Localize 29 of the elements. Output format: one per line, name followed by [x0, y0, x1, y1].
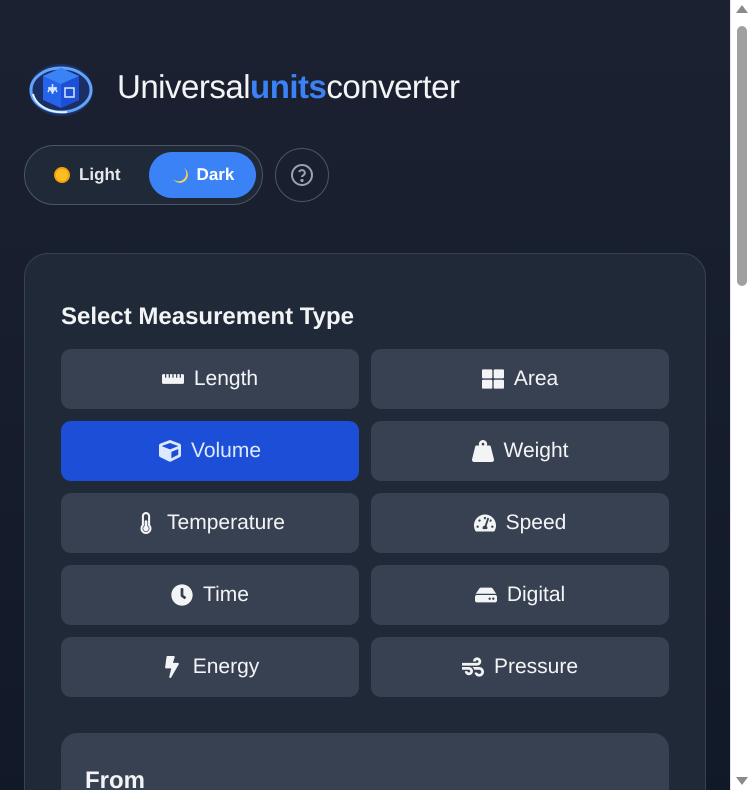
measurement-type-button[interactable]: Pressure — [371, 637, 669, 697]
sun-icon — [53, 166, 71, 184]
measurement-type-button[interactable]: Length — [61, 349, 359, 409]
from-label: From — [85, 766, 146, 790]
measurement-type-button[interactable]: Area — [371, 349, 669, 409]
cube-icon — [158, 440, 181, 462]
scrollbar-thumb[interactable] — [737, 26, 747, 286]
wind-icon — [462, 656, 484, 678]
measurement-type-button[interactable]: Time — [61, 565, 359, 625]
scrollbar[interactable] — [730, 0, 753, 790]
measurement-type-button[interactable]: Energy — [61, 637, 359, 697]
measurement-type-button[interactable]: Digital — [371, 565, 669, 625]
grid-icon — [482, 368, 504, 390]
scroll-up-icon[interactable] — [735, 4, 749, 14]
measurement-type-button[interactable]: Speed — [371, 493, 669, 553]
measurement-type-button[interactable]: Weight — [371, 421, 669, 481]
app-title: Universalunitsconverter — [117, 67, 460, 108]
help-button[interactable] — [275, 148, 330, 202]
help-icon — [290, 163, 314, 187]
theme-option[interactable]: Dark — [148, 152, 256, 198]
section-heading: Select Measurement Type — [61, 302, 356, 332]
theme-option[interactable]: Light — [31, 152, 143, 198]
measurement-type-button[interactable]: Temperature — [61, 493, 359, 553]
clock-icon — [171, 584, 194, 606]
scroll-down-icon[interactable] — [735, 776, 749, 786]
measurement-type-button[interactable]: Volume — [61, 421, 359, 481]
gauge-icon — [474, 512, 496, 534]
weight-icon — [472, 440, 494, 462]
moon-icon — [170, 166, 189, 184]
